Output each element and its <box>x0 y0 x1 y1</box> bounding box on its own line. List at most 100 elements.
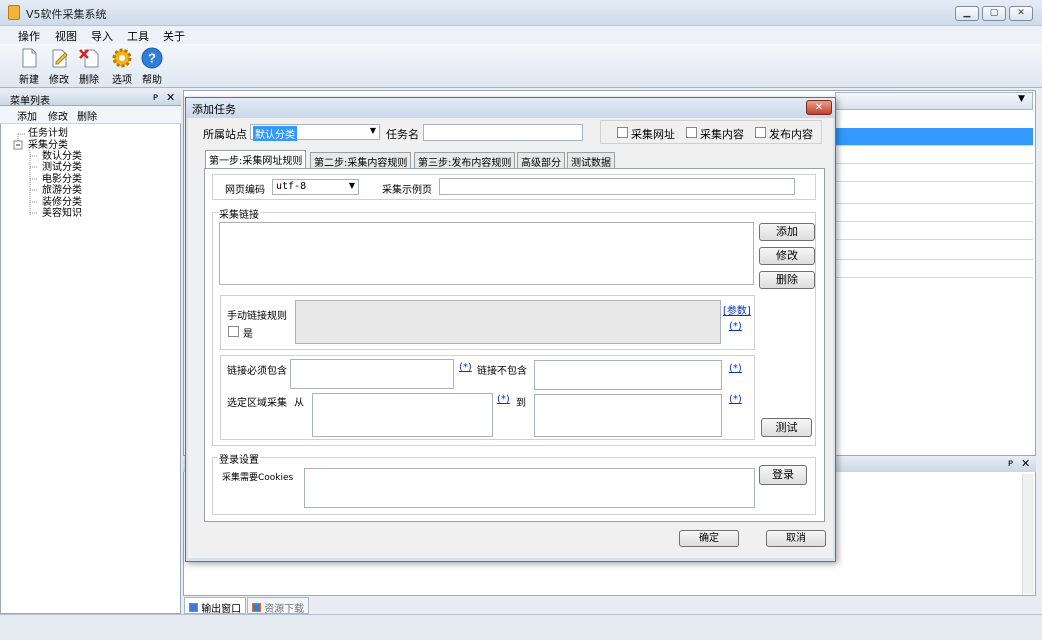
pin-icon[interactable]: ᴘ <box>153 92 158 103</box>
tab-step1-url-rules[interactable]: 第一步:采集网址规则 <box>205 150 307 168</box>
new-button[interactable]: 新建 <box>14 46 44 86</box>
manual-rule-checkbox[interactable] <box>228 326 239 337</box>
output-scrollbar[interactable] <box>1022 474 1034 594</box>
table-row[interactable] <box>835 242 1033 260</box>
region-from-wildcard-link[interactable]: (*) <box>497 394 510 405</box>
tree-item-test-category[interactable]: 测试分类 <box>42 162 82 173</box>
edit-button[interactable]: 修改 <box>44 46 74 86</box>
minimize-button[interactable]: ▁ <box>955 6 979 21</box>
close-panel-icon[interactable]: ✕ <box>166 91 175 104</box>
menu-bar <box>0 26 1042 44</box>
maximize-button[interactable]: ▢ <box>982 6 1006 21</box>
delete-button[interactable]: 删除 <box>74 46 104 86</box>
region-from-label: 从 <box>294 398 304 409</box>
encoding-select[interactable]: utf-8 ▼ <box>272 179 359 195</box>
new-file-icon <box>22 48 37 68</box>
collect-content-checkbox[interactable] <box>686 127 697 138</box>
region-to-label: 到 <box>516 398 526 409</box>
cookies-textarea[interactable] <box>304 468 755 508</box>
table-row[interactable] <box>835 260 1033 278</box>
region-to-input[interactable] <box>534 394 722 437</box>
close-window-button[interactable]: ✕ <box>1009 6 1033 21</box>
tab-resource-download[interactable]: 资源下载 <box>247 597 310 615</box>
menu-edit-button[interactable]: 修改 <box>48 108 68 123</box>
table-row[interactable] <box>835 146 1033 164</box>
manual-rule-textarea[interactable] <box>295 300 721 344</box>
table-row[interactable] <box>835 222 1033 240</box>
must-contain-input[interactable] <box>290 359 454 389</box>
manual-rule-wildcard-link[interactable]: (*) <box>729 321 742 332</box>
not-contain-input[interactable] <box>534 360 722 390</box>
collect-content-label: 采集内容 <box>700 128 744 141</box>
output-close-icon[interactable]: ✕ <box>1021 457 1030 470</box>
tree-item-default-category[interactable]: 数认分类 <box>42 151 82 162</box>
options-button[interactable]: 选项 <box>107 46 137 86</box>
chevron-down-icon[interactable]: ▼ <box>1018 94 1025 104</box>
title-bar <box>0 0 1042 26</box>
table-row[interactable] <box>835 204 1033 222</box>
download-tab-icon <box>252 603 261 612</box>
app-icon <box>8 5 20 20</box>
must-contain-label: 链接必须包含 <box>227 366 287 377</box>
new-label: 新建 <box>19 75 39 86</box>
param-link[interactable]: [参数] <box>723 302 751 317</box>
collect-url-label: 采集网址 <box>631 128 675 141</box>
region-from-input[interactable] <box>312 393 493 437</box>
tab-test-data[interactable]: 测试数据 <box>567 152 615 169</box>
delete-link-button[interactable]: 删除 <box>759 271 815 289</box>
table-row[interactable] <box>835 128 1033 146</box>
region-to-wildcard-link[interactable]: (*) <box>729 394 742 405</box>
window-title: V5软件采集系统 <box>26 8 107 21</box>
menu-import[interactable]: 导入 <box>91 28 113 44</box>
tree-item-movie-category[interactable]: 电影分类 <box>42 174 82 185</box>
ok-button[interactable]: 确定 <box>679 530 739 547</box>
login-button[interactable]: 登录 <box>759 465 807 485</box>
menu-operate[interactable]: 操作 <box>18 28 40 44</box>
edit-label: 修改 <box>49 75 69 86</box>
menu-about[interactable]: 关于 <box>163 28 185 44</box>
menu-list-title: 菜单列表 <box>10 96 50 107</box>
cancel-button[interactable]: 取消 <box>766 530 826 547</box>
help-button[interactable]: ? 帮助 <box>137 46 167 86</box>
site-select[interactable]: 默认分类 ▼ <box>250 124 380 141</box>
dialog-title: 添加任务 <box>192 103 236 116</box>
add-link-button[interactable]: 添加 <box>759 223 815 241</box>
table-row[interactable] <box>835 164 1033 182</box>
manual-rule-label: 手动链接规则 <box>227 311 287 322</box>
not-contain-label: 链接不包含 <box>477 366 527 377</box>
menu-view[interactable]: 视图 <box>55 28 77 44</box>
edit-link-button[interactable]: 修改 <box>759 247 815 265</box>
menu-tools[interactable]: 工具 <box>127 28 149 44</box>
encoding-label: 网页编码 <box>225 185 265 196</box>
collect-links-list[interactable] <box>219 222 754 285</box>
tree-item-travel-category[interactable]: 旅游分类 <box>42 185 82 196</box>
tree-item-beauty-knowledge[interactable]: 美容知识 <box>42 208 82 219</box>
not-contain-wildcard-link[interactable]: (*) <box>729 363 742 374</box>
menu-add-button[interactable]: 添加 <box>17 108 37 123</box>
tab-output-window[interactable]: 输出窗口 <box>184 597 247 615</box>
delete-label: 删除 <box>79 75 99 86</box>
task-name-input[interactable] <box>423 124 583 141</box>
login-settings-title: 登录设置 <box>218 451 260 466</box>
menu-delete-button[interactable]: 删除 <box>77 108 97 123</box>
test-button[interactable]: 测试 <box>761 418 812 437</box>
tab-step3-publish-rules[interactable]: 第三步:发布内容规则 <box>414 152 516 169</box>
tree-item-task-plan[interactable]: 任务计划 <box>28 128 68 139</box>
table-row[interactable] <box>835 186 1033 204</box>
sample-page-input[interactable] <box>439 178 795 195</box>
dialog-close-button[interactable]: ✕ <box>806 100 832 115</box>
encoding-chevron-down-icon: ▼ <box>348 181 355 190</box>
tab-step2-content-rules[interactable]: 第二步:采集内容规则 <box>310 152 412 169</box>
tab-advanced[interactable]: 高级部分 <box>517 152 565 169</box>
must-contain-wildcard-link[interactable]: (*) <box>459 362 472 373</box>
tree-item-decoration-category[interactable]: 装修分类 <box>42 197 82 208</box>
region-collect-label: 选定区域采集 <box>227 398 287 409</box>
collect-url-checkbox[interactable] <box>617 127 628 138</box>
task-name-label: 任务名 <box>386 128 419 141</box>
publish-content-checkbox[interactable] <box>755 127 766 138</box>
site-label: 所属站点 <box>203 128 247 141</box>
sample-page-label: 采集示例页 <box>382 185 432 196</box>
tree-item-collect-category[interactable]: 采集分类 <box>28 140 68 151</box>
task-list-dropdown[interactable] <box>835 92 1033 110</box>
output-pin-icon[interactable]: ᴘ <box>1008 458 1013 469</box>
